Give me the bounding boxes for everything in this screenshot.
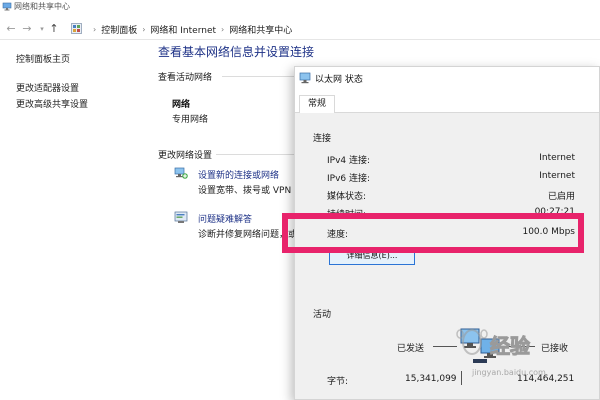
bytes-label: 字节: (327, 377, 349, 387)
network-name: 网络 (172, 100, 191, 110)
breadcrumb-item-network-center[interactable]: 网络和共享中心 (229, 23, 292, 36)
change-settings-heading: 更改网络设置 (158, 151, 213, 161)
address-bar: ← → ▾ ↑ › 控制面板 › 网络和 Internet › 网络和共享中心 (0, 18, 600, 40)
forward-arrow-icon[interactable]: → (21, 22, 33, 36)
ethernet-icon (299, 72, 311, 84)
media-state-value: 已启用 (547, 192, 575, 202)
setup-new-connection-desc: 设置宽带、拨号或 VPN 连 (198, 186, 304, 196)
breadcrumb-separator-icon: › (221, 25, 225, 34)
breadcrumb-item-network-internet[interactable]: 网络和 Internet (150, 23, 216, 36)
back-arrow-icon[interactable]: ← (5, 22, 17, 36)
window-title: 网络和共享中心 (14, 2, 70, 11)
connection-group-label: 连接 (313, 134, 332, 144)
active-networks-heading: 查看活动网络 (158, 73, 213, 83)
page-title: 查看基本网络信息并设置连接 (158, 45, 315, 59)
dialog-title: 以太网 状态 (315, 75, 363, 85)
up-arrow-icon[interactable]: ↑ (48, 22, 60, 36)
troubleshoot-link[interactable]: 问题疑难解答 (198, 212, 252, 225)
ipv4-label: IPv4 连接: (327, 156, 371, 166)
left-navigation: 控制面板主页 更改适配器设置 更改高级共享设置 (16, 52, 146, 113)
ipv6-label: IPv6 连接: (327, 174, 371, 184)
network-type[interactable]: 专用网络 (172, 112, 208, 125)
ipv4-row: IPv4 连接: Internet (327, 153, 575, 167)
network-center-icon (2, 2, 12, 11)
watermark-text: 经验 (490, 334, 531, 359)
media-state-label: 媒体状态: (327, 192, 367, 202)
breadcrumb-separator-icon: › (93, 25, 97, 34)
new-connection-icon (174, 167, 188, 179)
dialog-tab-strip: 常规 (295, 93, 599, 114)
chevron-down-icon[interactable]: ▾ (36, 22, 48, 36)
dialog-titlebar[interactable]: 以太网 状态 (295, 67, 599, 89)
change-advanced-sharing-link[interactable]: 更改高级共享设置 (16, 97, 146, 113)
speed-highlight-box (282, 213, 584, 253)
watermark-url: jingyan.baidu.com (472, 368, 546, 377)
breadcrumb: › 控制面板 › 网络和 Internet › 网络和共享中心 (88, 23, 292, 36)
control-panel-home-link[interactable]: 控制面板主页 (16, 52, 146, 68)
tab-general[interactable]: 常规 (299, 95, 335, 114)
ipv4-value: Internet (539, 153, 575, 163)
control-panel-icon (71, 23, 82, 34)
media-state-row: 媒体状态: 已启用 (327, 189, 575, 203)
breadcrumb-item-control-panel[interactable]: 控制面板 (101, 23, 137, 36)
section-divider (222, 76, 294, 77)
section-divider (216, 154, 294, 155)
activity-group-label: 活动 (313, 310, 332, 320)
sent-label: 已发送 (397, 344, 425, 354)
bytes-sent-value: 15,341,099 (405, 374, 457, 384)
setup-new-connection-link[interactable]: 设置新的连接或网络 (198, 168, 279, 181)
window-titlebar: 网络和共享中心 (0, 0, 600, 14)
ipv6-value: Internet (539, 171, 575, 181)
ipv6-row: IPv6 连接: Internet (327, 171, 575, 185)
change-adapter-settings-link[interactable]: 更改适配器设置 (16, 81, 146, 97)
troubleshoot-icon (174, 211, 188, 223)
breadcrumb-separator-icon: › (142, 25, 146, 34)
